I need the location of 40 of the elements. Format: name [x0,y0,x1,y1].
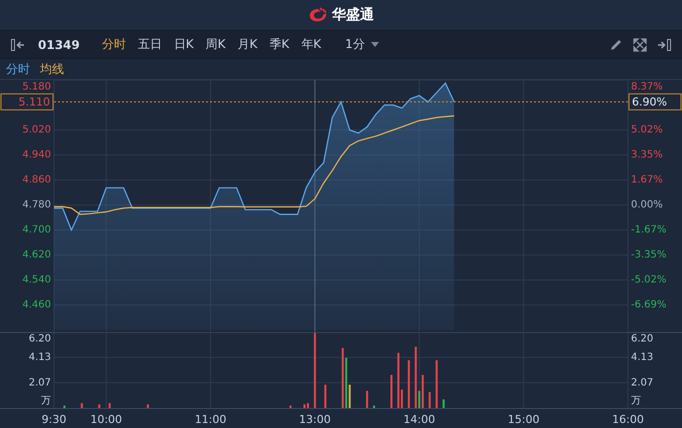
unit-label: 万 [41,396,51,407]
axis-label: 4.13 [28,352,51,364]
axis-label: 8.37% [631,82,663,93]
axis-label: 4.540 [22,274,51,286]
axis-label: 4.860 [22,174,51,186]
axis-label: 5.02% [631,124,663,136]
legend-item: 分时 [6,60,30,78]
axis-label: 4.460 [22,300,51,311]
axis-label: 6.20 [28,334,51,345]
ref-line-label: 5.110 [18,95,50,108]
axis-label: 3.35% [631,150,663,161]
axis-label: 4.620 [22,250,51,261]
time-label: 10:00 [90,413,122,426]
brand-name: 华盛通 [332,6,374,24]
axis-label: 4.780 [22,200,51,211]
time-label: 14:00 [403,413,436,426]
percent-tag: 6.90% [628,93,682,110]
axis-label: -3.35% [631,250,666,261]
time-label: 15:00 [508,413,540,426]
axis-label: -6.69% [631,300,666,311]
unit-label: 万 [631,396,641,407]
axis-label: -1.67% [631,224,666,236]
axis-label: 5.180 [22,82,51,93]
stock-code: 01349 [38,38,80,52]
axis-label: 4.13 [631,352,654,364]
axis-label: 0.00% [631,200,663,211]
axis-label: 1.67% [631,174,663,186]
legend-item: 均线 [40,60,64,78]
price-tag: 5.110 [0,93,54,110]
time-label: 13:00 [299,413,331,426]
time-label: 11:00 [194,413,226,426]
axis-label: -5.02% [631,274,666,286]
time-label: 16:00 [612,413,644,426]
axis-label: 4.940 [22,150,51,161]
time-label: 9:30 [42,413,66,426]
axis-label: 2.07 [631,377,654,388]
axis-label: 5.020 [22,124,51,136]
axis-label: 2.07 [28,377,51,388]
axis-label: 6.20 [631,334,654,345]
axis-label: 4.700 [22,224,51,236]
